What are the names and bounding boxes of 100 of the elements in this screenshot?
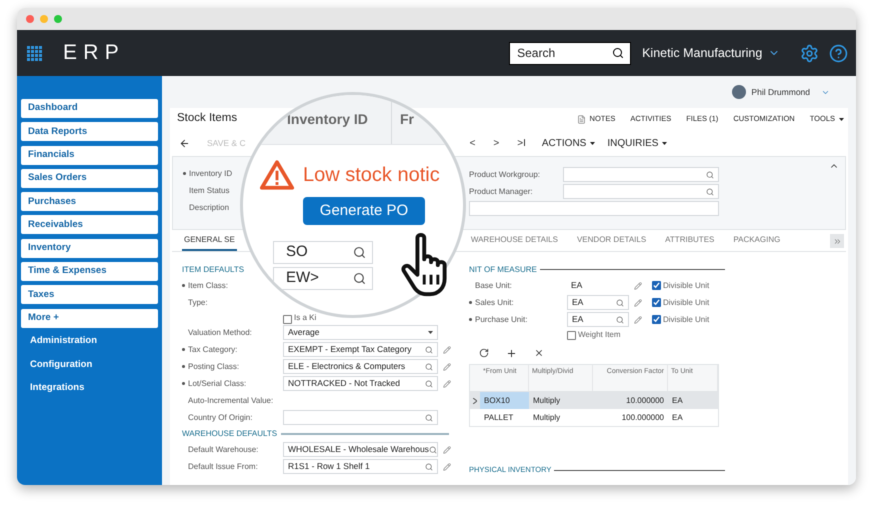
input-field[interactable] — [469, 201, 719, 216]
sidebar-tile[interactable]: Receivables — [21, 215, 158, 234]
field-label: Purchase Unit: — [475, 314, 528, 326]
table-row[interactable]: BOX10 Multiply 10.000000 EA — [470, 392, 718, 409]
select-field[interactable]: Average — [283, 325, 438, 340]
sidebar-link[interactable]: Integrations — [21, 378, 158, 398]
input-field[interactable]: EA — [567, 312, 629, 327]
back-arrow-icon[interactable] — [179, 138, 190, 148]
company-selector[interactable]: Kinetic Manufacturing — [642, 44, 780, 62]
field-label: Default Issue From: — [188, 460, 258, 472]
sidebar-tile[interactable]: Purchases — [21, 192, 158, 212]
note-icon — [576, 114, 586, 124]
app-grid-icon[interactable] — [27, 46, 42, 60]
checkbox[interactable] — [283, 315, 292, 324]
nav-button[interactable]: < — [470, 136, 476, 150]
search-icon — [706, 170, 714, 178]
tab[interactable]: PACKAGING — [731, 231, 782, 251]
edit-pencil-icon[interactable] — [443, 462, 451, 470]
edit-pencil-icon[interactable] — [634, 316, 642, 324]
section-heading: WAREHOUSE DEFAULTS — [182, 428, 278, 440]
sidebar-tile[interactable]: Dashboard — [21, 99, 158, 118]
edit-pencil-icon[interactable] — [443, 446, 451, 454]
table-cell-text: 100.000000 — [620, 412, 665, 424]
field-label: Valuation Method: — [188, 326, 252, 338]
tab[interactable]: GENERAL SE — [182, 231, 237, 251]
help-icon[interactable] — [829, 44, 848, 62]
field-label: Default Warehouse: — [188, 444, 258, 456]
nav-button[interactable]: >I — [517, 136, 526, 150]
add-icon[interactable] — [506, 348, 517, 358]
input-field[interactable] — [283, 410, 438, 425]
search-icon — [425, 462, 433, 470]
field-label: Base Unit: — [475, 280, 512, 292]
zoomed-input-field[interactable]: SO — [273, 241, 373, 264]
field-label: Lot/Serial Class: — [188, 378, 246, 390]
nav-button[interactable]: > — [493, 136, 500, 150]
table-cell-text: EA — [671, 394, 684, 406]
search-icon — [425, 414, 433, 422]
chevrons-right-icon — [832, 236, 842, 246]
field-label: Posting Class: — [188, 360, 240, 372]
edit-pencil-icon[interactable] — [443, 380, 451, 388]
checkbox[interactable] — [567, 330, 576, 340]
search-icon — [612, 47, 624, 59]
refresh-icon[interactable] — [479, 348, 489, 358]
edit-pencil-icon[interactable] — [443, 362, 451, 370]
field-label: Item Class: — [188, 280, 228, 292]
more-tabs-button[interactable] — [830, 234, 844, 248]
generate-po-button[interactable]: Generate PO — [303, 197, 425, 225]
zoomed-input-field[interactable]: EW> — [273, 267, 373, 290]
input-field[interactable] — [563, 167, 719, 182]
edit-pencil-icon[interactable] — [634, 282, 642, 290]
sidebar-tile[interactable]: Data Reports — [21, 122, 158, 142]
input-field[interactable]: R1S1 - Row 1 Shelf 1 — [283, 459, 438, 474]
checkbox-label: Divisible Unit — [663, 314, 710, 326]
search-field[interactable]: Search — [509, 42, 632, 64]
sidebar-tile[interactable]: More + — [21, 308, 158, 328]
checkbox[interactable] — [652, 315, 661, 324]
sidebar-tile[interactable]: Inventory — [21, 238, 158, 258]
table-cell: BOX10 — [480, 392, 529, 409]
table-cell-text: 10.000000 — [625, 394, 665, 406]
checkbox-label: Divisible Unit — [663, 280, 710, 292]
search-icon — [616, 316, 624, 324]
toolbar-menu[interactable]: INQUIRIES — [607, 136, 668, 150]
input-field[interactable]: EXEMPT - Exempt Tax Category — [283, 342, 438, 357]
sidebar-tile[interactable]: Financials — [21, 146, 158, 165]
input-field[interactable] — [563, 184, 719, 199]
field-label: Sales Unit: — [475, 296, 514, 308]
search-icon — [706, 188, 714, 196]
field-value: EA — [570, 279, 584, 292]
input-field[interactable]: WHOLESALE - Wholesale Warehous — [283, 442, 438, 457]
table-cell-text: Multiply — [532, 412, 562, 424]
table-cell-text: Multiply — [532, 394, 562, 407]
checkbox-label: Divisible Unit — [663, 296, 710, 308]
edit-pencil-icon[interactable] — [443, 346, 451, 354]
search-icon — [425, 380, 433, 388]
search-icon — [428, 446, 437, 454]
sidebar-link[interactable]: Administration — [21, 332, 158, 351]
checkbox[interactable] — [652, 281, 661, 290]
sidebar-tile[interactable]: Time & Expenses — [21, 262, 158, 282]
input-field[interactable]: ELE - Electronics & Computers — [283, 359, 438, 374]
checkbox[interactable] — [652, 298, 661, 307]
warning-icon — [259, 159, 295, 191]
input-field[interactable]: NOTTRACKED - Not Tracked — [283, 376, 438, 391]
user-name[interactable]: Phil Drummond — [751, 86, 810, 98]
close-icon[interactable] — [534, 348, 544, 358]
tab[interactable]: ATTRIBUTES — [663, 231, 716, 251]
low-stock-notice: Low stock notic — [303, 163, 440, 188]
tab[interactable]: WAREHOUSE DETAILS — [468, 231, 560, 251]
sidebar-tile[interactable]: Sales Orders — [21, 168, 158, 188]
checkbox-label: Weight Item — [578, 329, 621, 341]
check-icon — [653, 282, 660, 289]
edit-pencil-icon[interactable] — [634, 298, 642, 306]
section-heading: ITEM DEFAULTS — [182, 264, 244, 276]
caret-icon — [428, 331, 433, 334]
sidebar-tile[interactable]: Taxes — [21, 285, 158, 304]
toolbar-menu[interactable]: ACTIONS — [542, 136, 596, 150]
field-label: Item Status — [189, 184, 230, 196]
sidebar-link[interactable]: Configuration — [21, 355, 158, 374]
settings-icon[interactable] — [800, 44, 820, 62]
input-field[interactable]: EA — [567, 295, 629, 310]
tab[interactable]: VENDOR DETAILS — [574, 231, 648, 251]
